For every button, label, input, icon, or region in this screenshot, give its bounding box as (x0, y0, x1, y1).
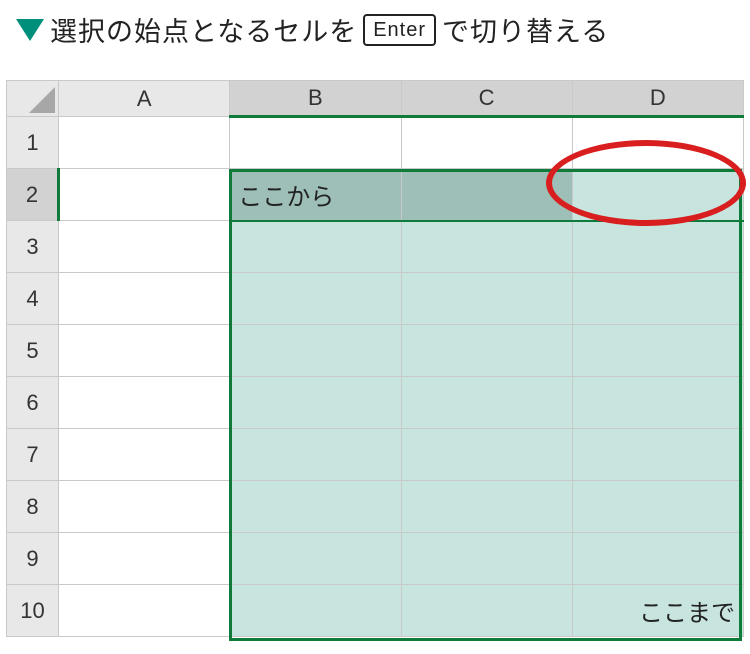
cell-b8[interactable] (230, 481, 401, 533)
cell-c1[interactable] (401, 117, 572, 169)
cell-b4[interactable] (230, 273, 401, 325)
cell-c10[interactable] (401, 585, 572, 637)
col-header-b[interactable]: B (230, 81, 401, 117)
cell-c4[interactable] (401, 273, 572, 325)
cell-a8[interactable] (59, 481, 230, 533)
cell-b3[interactable] (230, 221, 401, 273)
cell-c9[interactable] (401, 533, 572, 585)
spreadsheet[interactable]: A B C D 1 2 ここから 3 (6, 80, 744, 648)
cell-d6[interactable] (572, 377, 743, 429)
cell-b5[interactable] (230, 325, 401, 377)
row-header-5[interactable]: 5 (7, 325, 59, 377)
cell-a2[interactable] (59, 169, 230, 221)
cell-c2[interactable] (401, 169, 572, 221)
cell-c8[interactable] (401, 481, 572, 533)
col-header-d[interactable]: D (572, 81, 743, 117)
cell-b6[interactable] (230, 377, 401, 429)
caption-after: で切り替える (442, 10, 609, 49)
cell-a1[interactable] (59, 117, 230, 169)
row-header-2[interactable]: 2 (7, 169, 59, 221)
cell-a5[interactable] (59, 325, 230, 377)
row-header-8[interactable]: 8 (7, 481, 59, 533)
cell-a7[interactable] (59, 429, 230, 481)
triangle-icon (16, 19, 44, 41)
cell-d5[interactable] (572, 325, 743, 377)
cell-b2[interactable]: ここから (230, 169, 401, 221)
row-header-1[interactable]: 1 (7, 117, 59, 169)
cell-d8[interactable] (572, 481, 743, 533)
row-header-6[interactable]: 6 (7, 377, 59, 429)
cell-a9[interactable] (59, 533, 230, 585)
cell-d9[interactable] (572, 533, 743, 585)
caption-text: 選択の始点となるセルを Enter で切り替える (50, 10, 609, 49)
grid[interactable]: A B C D 1 2 ここから 3 (6, 80, 744, 637)
row-header-7[interactable]: 7 (7, 429, 59, 481)
cell-b7[interactable] (230, 429, 401, 481)
cell-c7[interactable] (401, 429, 572, 481)
row-header-3[interactable]: 3 (7, 221, 59, 273)
cell-c3[interactable] (401, 221, 572, 273)
select-all-corner[interactable] (7, 81, 59, 117)
row-header-10[interactable]: 10 (7, 585, 59, 637)
col-header-a[interactable]: A (59, 81, 230, 117)
cell-d2-active[interactable] (572, 169, 743, 221)
cell-d7[interactable] (572, 429, 743, 481)
row-header-9[interactable]: 9 (7, 533, 59, 585)
cell-a10[interactable] (59, 585, 230, 637)
cell-a3[interactable] (59, 221, 230, 273)
cell-b9[interactable] (230, 533, 401, 585)
cell-d4[interactable] (572, 273, 743, 325)
caption-before: 選択の始点となるセルを (50, 10, 357, 49)
cell-c5[interactable] (401, 325, 572, 377)
cell-c6[interactable] (401, 377, 572, 429)
cell-d10[interactable]: ここまで (572, 585, 743, 637)
cell-a4[interactable] (59, 273, 230, 325)
enter-keycap: Enter (363, 14, 436, 46)
cell-d1[interactable] (572, 117, 743, 169)
col-header-c[interactable]: C (401, 81, 572, 117)
cell-b10[interactable] (230, 585, 401, 637)
cell-b1[interactable] (230, 117, 401, 169)
cell-d3[interactable] (572, 221, 743, 273)
row-header-4[interactable]: 4 (7, 273, 59, 325)
cell-a6[interactable] (59, 377, 230, 429)
caption: 選択の始点となるセルを Enter で切り替える (16, 10, 609, 49)
